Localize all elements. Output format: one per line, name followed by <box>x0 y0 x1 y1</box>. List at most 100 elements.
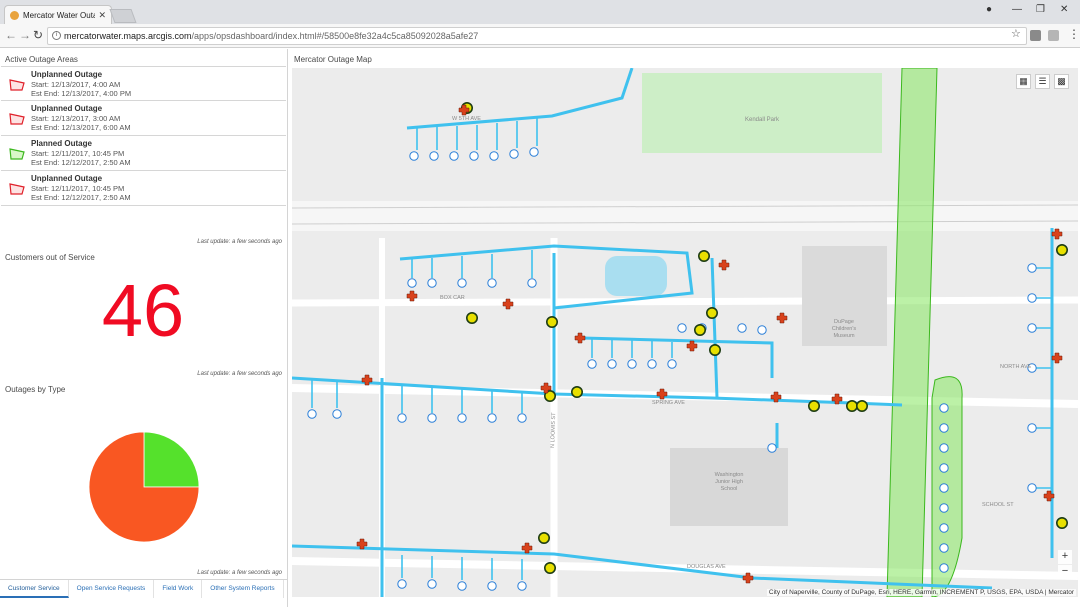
meter-marker[interactable] <box>457 413 467 423</box>
meter-marker[interactable] <box>939 543 949 553</box>
back-arrow-icon[interactable]: ← <box>5 28 17 42</box>
forward-arrow-icon[interactable]: → <box>19 28 31 42</box>
info-icon[interactable]: i <box>52 31 61 40</box>
meter-marker[interactable] <box>667 359 677 369</box>
list-item[interactable]: Planned Outage Start: 12/11/2017, 10:45 … <box>1 136 286 171</box>
meter-marker[interactable] <box>307 409 317 419</box>
meter-marker[interactable] <box>939 563 949 573</box>
valve-marker[interactable] <box>697 250 710 263</box>
meter-marker[interactable] <box>587 359 597 369</box>
zoom-in-button[interactable]: + <box>1058 550 1072 564</box>
valve-marker[interactable] <box>466 312 479 325</box>
meter-marker[interactable] <box>1027 423 1037 433</box>
meter-marker[interactable] <box>1027 293 1037 303</box>
meter-marker[interactable] <box>397 579 407 589</box>
meter-marker[interactable] <box>427 579 437 589</box>
meter-marker[interactable] <box>397 413 407 423</box>
meter-marker[interactable] <box>1027 323 1037 333</box>
valve-marker[interactable] <box>570 385 583 398</box>
valve-marker[interactable] <box>705 307 718 320</box>
street-label: N LOOMIS ST <box>550 412 557 448</box>
meter-marker[interactable] <box>427 413 437 423</box>
meter-marker[interactable] <box>489 151 499 161</box>
pie-slice[interactable] <box>143 431 200 488</box>
menu-kebab-icon[interactable]: ⋮ <box>1068 27 1080 41</box>
profile-icon[interactable]: ● <box>986 4 992 15</box>
meter-marker[interactable] <box>757 325 767 335</box>
meter-marker[interactable] <box>767 443 777 453</box>
meter-marker[interactable] <box>647 359 657 369</box>
meter-marker[interactable] <box>517 581 527 591</box>
maximize-icon[interactable]: ❐ <box>1036 4 1045 15</box>
map-canvas[interactable]: Kendall Park Washington Junior High Scho… <box>292 68 1078 597</box>
meter-marker[interactable] <box>487 581 497 591</box>
museum-label: DuPage <box>834 319 854 325</box>
extension-icon[interactable] <box>1048 30 1059 41</box>
new-tab-button[interactable] <box>109 9 137 23</box>
meter-marker[interactable] <box>627 359 637 369</box>
meter-marker[interactable] <box>449 151 459 161</box>
valve-marker[interactable] <box>1055 516 1068 529</box>
meter-marker[interactable] <box>737 323 747 333</box>
qr-code-icon[interactable]: ▩ <box>1054 74 1069 89</box>
meter-marker[interactable] <box>429 151 439 161</box>
list-item[interactable]: Unplanned Outage Start: 12/11/2017, 10:4… <box>1 171 286 206</box>
valve-marker[interactable] <box>807 399 820 412</box>
meter-marker[interactable] <box>939 523 949 533</box>
favicon-icon <box>10 10 19 20</box>
map-view[interactable]: Kendall Park Washington Junior High Scho… <box>292 68 1078 597</box>
minimize-icon[interactable]: — <box>1012 4 1022 15</box>
valve-marker[interactable] <box>855 399 868 412</box>
basemap-icon[interactable]: ▦ <box>1016 74 1031 89</box>
meter-marker[interactable] <box>457 581 467 591</box>
meter-marker[interactable] <box>509 149 519 159</box>
valve-marker[interactable] <box>708 343 721 356</box>
address-bar[interactable]: i mercatorwater.maps.arcgis.com/apps/ops… <box>47 27 1027 45</box>
tab-close-icon[interactable]: ✕ <box>98 10 106 21</box>
meter-marker[interactable] <box>332 409 342 419</box>
tab-open-service-requests[interactable]: Open Service Requests <box>69 580 155 598</box>
meter-marker[interactable] <box>939 463 949 473</box>
zoom-out-button[interactable]: − <box>1058 565 1072 579</box>
meter-marker[interactable] <box>939 423 949 433</box>
meter-marker[interactable] <box>939 403 949 413</box>
tab-other-system-reports[interactable]: Other System Reports <box>202 580 284 598</box>
valve-marker[interactable] <box>538 531 551 544</box>
bookmark-star-icon[interactable]: ☆ <box>1011 27 1021 40</box>
meter-marker[interactable] <box>427 278 437 288</box>
meter-marker[interactable] <box>517 413 527 423</box>
meter-marker[interactable] <box>487 278 497 288</box>
extension-icon[interactable] <box>1030 30 1041 41</box>
meter-marker[interactable] <box>1027 263 1037 273</box>
close-window-icon[interactable]: ✕ <box>1060 4 1068 15</box>
meter-marker[interactable] <box>407 278 417 288</box>
valve-marker[interactable] <box>546 316 559 329</box>
meter-marker[interactable] <box>607 359 617 369</box>
valve-marker[interactable] <box>693 323 706 336</box>
by-type-panel-title: Outages by Type <box>5 385 66 394</box>
browser-tabstrip: Mercator Water Outage ✕ ● — ❐ ✕ <box>0 0 1080 24</box>
meter-marker[interactable] <box>457 278 467 288</box>
list-item[interactable]: Unplanned Outage Start: 12/13/2017, 4:00… <box>1 66 286 101</box>
meter-marker[interactable] <box>939 503 949 513</box>
list-item[interactable]: Unplanned Outage Start: 12/13/2017, 3:00… <box>1 101 286 136</box>
reload-icon[interactable]: ↻ <box>33 28 43 42</box>
meter-marker[interactable] <box>939 483 949 493</box>
meter-marker[interactable] <box>487 413 497 423</box>
outage-end: Est End: 12/12/2017, 2:50 AM <box>31 158 131 167</box>
valve-marker[interactable] <box>845 399 858 412</box>
meter-marker[interactable] <box>527 278 537 288</box>
valve-marker[interactable] <box>544 561 557 574</box>
browser-tab[interactable]: Mercator Water Outage ✕ <box>4 5 112 24</box>
street-label: SPRING AVE <box>652 400 685 406</box>
meter-marker[interactable] <box>529 147 539 157</box>
tab-field-work[interactable]: Field Work <box>154 580 203 598</box>
meter-marker[interactable] <box>409 151 419 161</box>
meter-marker[interactable] <box>1027 483 1037 493</box>
layers-icon[interactable]: ☰ <box>1035 74 1050 89</box>
meter-marker[interactable] <box>939 443 949 453</box>
valve-marker[interactable] <box>1055 244 1068 257</box>
meter-marker[interactable] <box>677 323 687 333</box>
meter-marker[interactable] <box>469 151 479 161</box>
tab-customer-service[interactable]: Customer Service <box>0 580 69 598</box>
